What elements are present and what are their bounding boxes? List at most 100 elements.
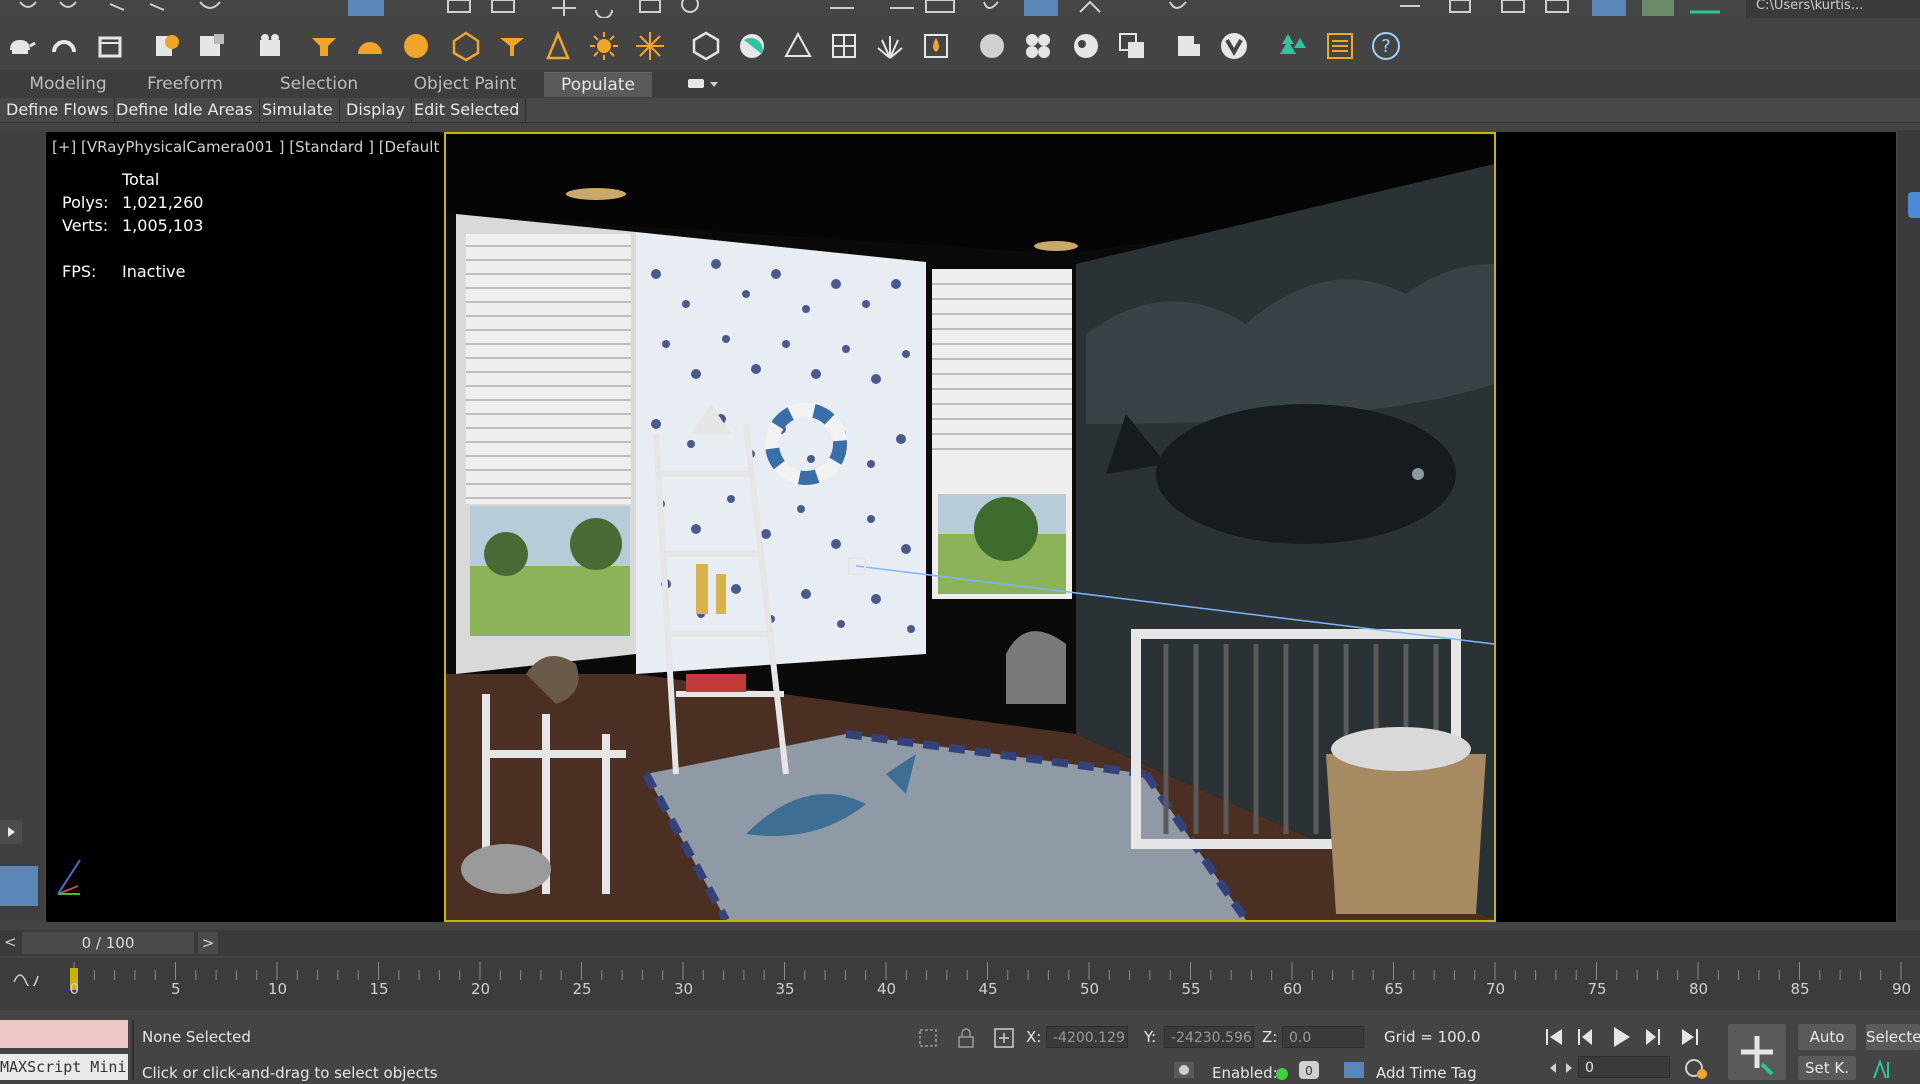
auto-key-button[interactable]: Auto	[1798, 1024, 1856, 1050]
time-configuration-icon[interactable]	[1684, 1056, 1708, 1080]
time-prev-button[interactable]: <	[4, 933, 17, 951]
main-toolbar: ?	[0, 18, 1920, 74]
track-bar[interactable]	[0, 958, 1920, 1010]
key-filters-icon[interactable]	[1870, 1056, 1896, 1080]
track-tick-label: 5	[171, 980, 181, 998]
teapot-icon[interactable]	[2, 28, 38, 64]
adaptive-degradation-icon[interactable]	[1172, 1060, 1196, 1080]
ribbon-options-dropdown[interactable]	[686, 76, 720, 96]
play-right-icon	[8, 827, 15, 837]
time-tag-icon[interactable]	[1342, 1060, 1366, 1080]
vray-material-icon[interactable]	[974, 28, 1010, 64]
track-tick-label: 15	[369, 980, 389, 998]
enabled-indicator[interactable]	[1276, 1068, 1288, 1080]
set-key-mode-button[interactable]: Set K.	[1798, 1056, 1856, 1080]
x-label: X:	[1026, 1028, 1042, 1046]
nursery-scene-image	[446, 134, 1494, 920]
expand-panel-button[interactable]	[0, 820, 22, 844]
sphere-light-icon[interactable]	[398, 28, 434, 64]
set-key-button[interactable]	[1728, 1024, 1786, 1080]
track-tick-label: 55	[1181, 980, 1201, 998]
track-tick-label: 25	[572, 980, 592, 998]
scene-converter-icon[interactable]	[1114, 28, 1150, 64]
tab-freeform[interactable]: Freeform	[134, 72, 236, 96]
add-time-tag-label[interactable]: Add Time Tag	[1376, 1064, 1477, 1082]
selection-status: None Selected	[142, 1028, 251, 1046]
sun-icon[interactable]	[586, 28, 622, 64]
camera-sequencer-icon[interactable]	[252, 28, 288, 64]
grid-size: Grid = 100.0	[1384, 1028, 1481, 1046]
vray-fur-icon[interactable]	[872, 28, 908, 64]
vray-proxy-icon[interactable]	[688, 28, 724, 64]
track-tick-label: 90	[1892, 980, 1912, 998]
vray-volume-icon[interactable]	[918, 28, 954, 64]
lock-icon[interactable]	[956, 1026, 976, 1050]
tab-populate[interactable]: Populate	[544, 72, 652, 97]
forest-icon[interactable]	[1276, 28, 1312, 64]
track-tick-label: 65	[1384, 980, 1404, 998]
command-panel-strip	[1898, 130, 1920, 920]
time-slider-thumb[interactable]: 0 / 100	[22, 932, 194, 954]
track-tick-label: 70	[1486, 980, 1506, 998]
command-panel-tab[interactable]	[1908, 192, 1920, 218]
subtab-define-flows[interactable]: Define Flows	[0, 98, 116, 122]
loop-icon[interactable]	[46, 28, 82, 64]
viewport-layout-tab[interactable]	[0, 866, 38, 906]
y-coordinate-field[interactable]: -24230.596	[1164, 1026, 1254, 1048]
subtab-simulate[interactable]: Simulate	[256, 98, 340, 122]
ambient-light-icon[interactable]	[540, 28, 576, 64]
tab-object-paint[interactable]: Object Paint	[400, 72, 530, 96]
material-library-icon[interactable]	[1020, 28, 1056, 64]
maxscript-mini-label[interactable]: MAXScript Mini	[0, 1054, 128, 1080]
time-slider-bar	[0, 930, 1920, 956]
key-mode-icon[interactable]	[1548, 1058, 1574, 1078]
isolate-selection-icon[interactable]	[916, 1026, 940, 1050]
curve-editor-icon[interactable]	[12, 968, 40, 986]
track-tick-label: 35	[775, 980, 795, 998]
vray-clipper-icon[interactable]	[826, 28, 862, 64]
tab-modeling[interactable]: Modeling	[14, 72, 122, 96]
dome-light-icon[interactable]	[352, 28, 388, 64]
status-divider	[132, 1020, 134, 1080]
svg-text:0: 0	[1305, 1064, 1313, 1078]
top-toolbar-icons[interactable]	[0, 0, 1920, 18]
sky-icon[interactable]	[632, 28, 668, 64]
title-path: C:\Users\kurtis...	[1756, 0, 1864, 13]
track-tick-label: 60	[1283, 980, 1303, 998]
track-tick-label: 50	[1080, 980, 1100, 998]
rendered-nursery-scene[interactable]	[444, 132, 1496, 922]
material-editor-icon[interactable]	[148, 28, 184, 64]
track-tick-label: 45	[978, 980, 998, 998]
absolute-mode-icon[interactable]	[992, 1026, 1016, 1050]
maxscript-listener-input[interactable]	[0, 1020, 128, 1048]
frame-buffer-icon[interactable]	[1170, 28, 1206, 64]
box-icon[interactable]	[92, 28, 128, 64]
track-tick-label: 30	[674, 980, 694, 998]
fps-label: FPS:	[62, 262, 97, 281]
mesh-light-icon[interactable]	[448, 28, 484, 64]
populate-subtab-bar: Define Flows Define Idle Areas Simulate …	[0, 98, 1920, 123]
track-tick-label: 20	[471, 980, 491, 998]
tab-selection[interactable]: Selection	[262, 72, 376, 96]
subtab-edit-selected[interactable]: Edit Selected	[408, 98, 527, 122]
next-frame-icon	[1646, 1029, 1660, 1045]
x-coordinate-field[interactable]: -4200.129	[1046, 1026, 1128, 1048]
vray-logo-icon[interactable]	[1216, 28, 1252, 64]
selected-dropdown[interactable]: Selecte	[1866, 1024, 1920, 1050]
help-icon[interactable]: ?	[1368, 28, 1404, 64]
material-converter-icon[interactable]	[1068, 28, 1104, 64]
render-setup-icon[interactable]	[194, 28, 230, 64]
subtab-display[interactable]: Display	[340, 98, 412, 122]
subtab-define-idle-areas[interactable]: Define Idle Areas	[110, 98, 260, 122]
z-coordinate-field[interactable]: 0.0	[1282, 1026, 1364, 1048]
spot-light-icon[interactable]	[306, 28, 342, 64]
current-frame-field[interactable]: 0	[1578, 1056, 1670, 1078]
vray-sphere-icon[interactable]	[780, 28, 816, 64]
zero-toggle-icon[interactable]: 0	[1298, 1060, 1320, 1080]
time-next-button[interactable]: >	[198, 932, 218, 954]
list-icon[interactable]	[1322, 28, 1358, 64]
fps-value: Inactive	[122, 262, 186, 281]
ies-light-icon[interactable]	[494, 28, 530, 64]
vray-plane-icon[interactable]	[734, 28, 770, 64]
track-tick-label: 40	[877, 980, 897, 998]
